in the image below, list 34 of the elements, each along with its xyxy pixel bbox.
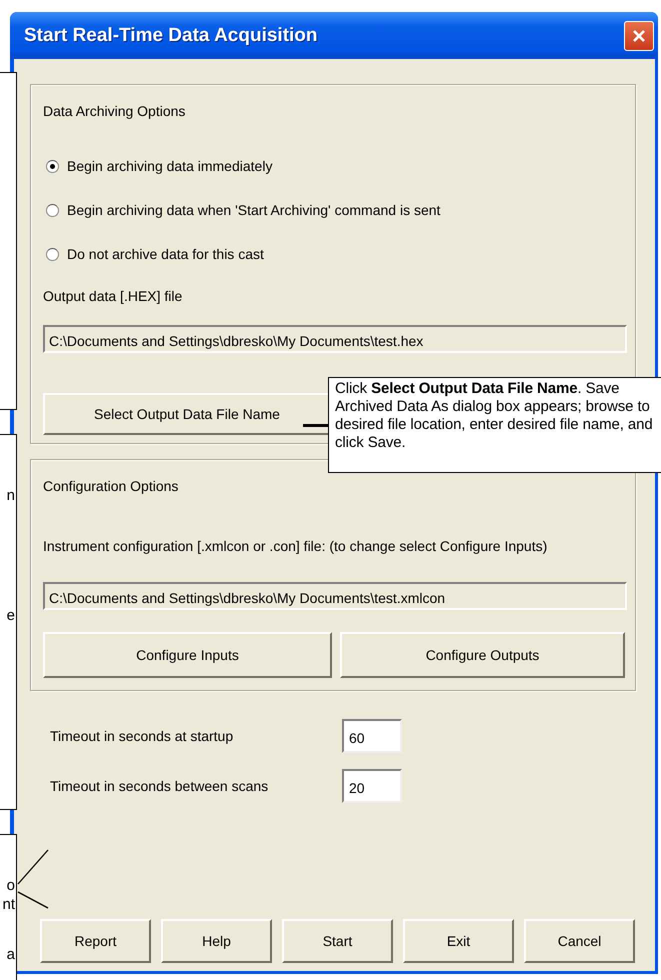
- dialog-button[interactable]: Start: [282, 919, 393, 963]
- note-text: nt: [2, 896, 15, 914]
- configure-button[interactable]: Configure Inputs: [43, 632, 332, 678]
- timeout-label: Timeout in seconds between scans: [50, 778, 270, 794]
- radio-button[interactable]: [46, 160, 59, 172]
- field-label: Instrument configuration [.xmlcon or .con] file: (to change select Configure Inputs): [43, 538, 548, 556]
- dialog-button[interactable]: Cancel: [524, 919, 635, 963]
- radio-button[interactable]: [46, 248, 59, 260]
- timeout-field[interactable]: 60: [342, 719, 402, 753]
- dialog-button[interactable]: Help: [161, 919, 272, 963]
- radio-button[interactable]: [46, 204, 59, 216]
- radio-label: Do not archive data for this cast: [67, 246, 264, 262]
- group-title: Data Archiving Options: [43, 103, 186, 121]
- path-field: C:\Documents and Settings\dbresko\My Documents\test.xmlcon: [43, 582, 627, 610]
- note-text: a: [6, 946, 15, 964]
- radio-label: Begin archiving data when 'Start Archiving' command is sent: [67, 202, 440, 218]
- dialog-button[interactable]: Exit: [403, 919, 514, 963]
- select-file-button[interactable]: Select Output Data File Name: [43, 393, 331, 435]
- close-icon: [631, 28, 647, 44]
- window-title: Start Real-Time Data Acquisition: [24, 24, 318, 46]
- radio-label: Begin archiving data immediately: [67, 158, 272, 174]
- note-text: e: [6, 607, 15, 625]
- callout-note: Click Select Output Data File Name. Save Archived Data As dialog box appears; browse to desired file location, enter desired file name, and click Save.: [328, 377, 661, 473]
- leader-line: [303, 424, 328, 427]
- note-text: o: [6, 877, 15, 895]
- note-text: n: [6, 487, 15, 505]
- timeout-label: Timeout in seconds at startup: [50, 728, 234, 744]
- configure-button[interactable]: Configure Outputs: [340, 632, 625, 678]
- path-field: C:\Documents and Settings\dbresko\My Documents\test.hex: [43, 325, 627, 353]
- dialog-button[interactable]: Report: [40, 919, 151, 963]
- close-button[interactable]: [624, 20, 654, 50]
- group-title: Configuration Options: [43, 478, 180, 496]
- timeout-field[interactable]: 20: [342, 769, 402, 803]
- field-label: Output data [.HEX] file: [43, 288, 184, 306]
